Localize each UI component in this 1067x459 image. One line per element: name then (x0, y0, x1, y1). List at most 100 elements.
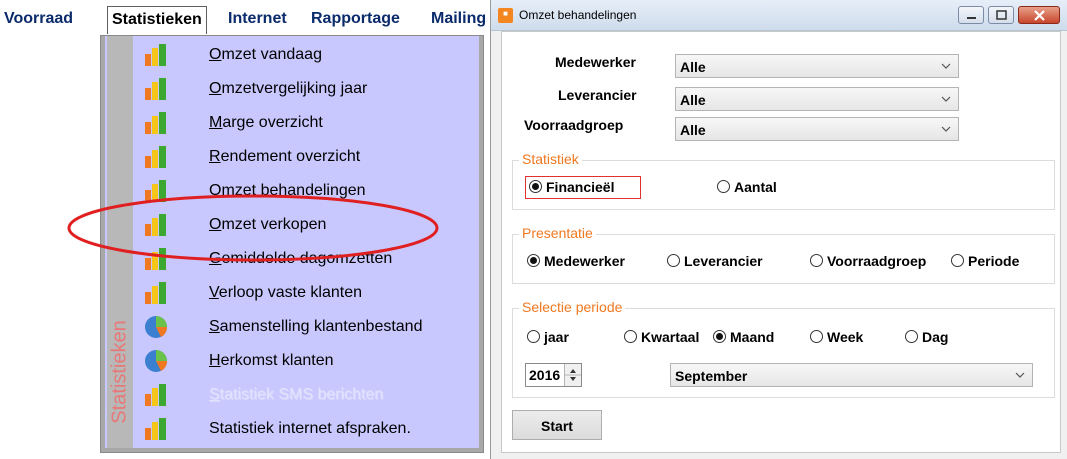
menu-item-label: Marge overzicht (209, 114, 323, 131)
menu-item-label: Rendement overzicht (209, 148, 361, 165)
menu-bar: Voorraad Statistieken Internet Rapportag… (0, 0, 489, 34)
radio-financieel-dot[interactable] (529, 180, 542, 193)
radio-aantal[interactable]: Aantal (717, 178, 797, 196)
radio-financieel-label: Financieël (546, 179, 615, 195)
radio-dag-dot[interactable] (905, 330, 918, 343)
statistieken-dropdown-menu: Statistieken Omzet vandaag Omzetvergelijk… (100, 35, 484, 453)
leverancier-value: Alle (680, 92, 706, 108)
radio-week[interactable]: Week (810, 328, 880, 346)
radio-maand[interactable]: Maand (713, 328, 783, 346)
menu-item-gemiddelde-dagomzetten[interactable]: Gemiddelde dagomzetten (105, 242, 479, 276)
radio-voorraadgroep-label: Voorraadgroep (827, 253, 927, 269)
menu-item-label: Omzet vandaag (209, 46, 322, 63)
radio-dag[interactable]: Dag (905, 328, 965, 346)
menu-item-statistiek-sms-berichten: Statistiek SMS berichten (105, 378, 479, 412)
radio-kwartaal[interactable]: Kwartaal (624, 328, 714, 346)
radio-leverancier-label: Leverancier (684, 253, 763, 269)
chevron-down-icon (941, 126, 951, 132)
month-select[interactable]: September (670, 363, 1033, 387)
month-value: September (675, 368, 748, 384)
bar-chart-icon (145, 248, 166, 270)
menu-internet[interactable]: Internet (228, 10, 287, 28)
menu-item-omzetvergelijking-jaar[interactable]: Omzetvergelijking jaar (105, 72, 479, 106)
medewerker-select[interactable]: Alle (675, 54, 959, 78)
radio-kwartaal-dot[interactable] (624, 330, 637, 343)
radio-medewerker-label: Medewerker (544, 253, 625, 269)
bar-chart-icon (145, 282, 166, 304)
radio-kwartaal-label: Kwartaal (641, 329, 700, 345)
menu-item-herkomst-klanten[interactable]: Herkomst klanten (105, 344, 479, 378)
bar-chart-icon (145, 112, 166, 134)
minimize-button[interactable] (958, 6, 984, 24)
radio-medewerker[interactable]: Medewerker (527, 252, 637, 270)
radio-jaar[interactable]: jaar (527, 328, 587, 346)
year-spin-buttons[interactable] (564, 364, 581, 386)
menu-item-label: Statistiek SMS berichten (209, 386, 384, 403)
radio-jaar-label: jaar (544, 329, 569, 345)
presentatie-group-title: Presentatie (519, 225, 596, 241)
radio-aantal-dot[interactable] (717, 180, 730, 193)
start-button-label: Start (541, 418, 573, 434)
radio-leverancier[interactable]: Leverancier (667, 252, 777, 270)
menu-item-verloop-vaste-klanten[interactable]: Verloop vaste klanten (105, 276, 479, 310)
leverancier-label: Leverancier (558, 87, 637, 103)
selectie-periode-group-title: Selectie periode (519, 299, 626, 315)
bar-chart-icon (145, 78, 166, 100)
close-icon (1034, 10, 1045, 21)
menu-mailing[interactable]: Mailing (431, 10, 486, 28)
radio-voorraadgroep[interactable]: Voorraadgroep (810, 252, 935, 270)
pie-chart-icon (145, 316, 168, 338)
radio-jaar-dot[interactable] (527, 330, 540, 343)
menu-item-label: Omzetvergelijking jaar (209, 80, 368, 97)
menu-item-samenstelling-klantenbestand[interactable]: Samenstelling klantenbestand (105, 310, 479, 344)
menu-item-label: Samenstelling klantenbestand (209, 318, 423, 335)
menu-rapportage[interactable]: Rapportage (311, 10, 400, 28)
radio-week-dot[interactable] (810, 330, 823, 343)
window-title: Omzet behandelingen (519, 8, 637, 22)
menu-item-rendement-overzicht[interactable]: Rendement overzicht (105, 140, 479, 174)
menu-item-label: Verloop vaste klanten (209, 284, 362, 301)
minimize-icon (967, 17, 976, 19)
radio-periode[interactable]: Periode (951, 252, 1041, 270)
presentatie-group: Presentatie Medewerker Leverancier Voorr… (512, 225, 1055, 284)
selectie-periode-group: Selectie periode jaar Kwartaal Maand Wee… (512, 299, 1055, 398)
radio-week-label: Week (827, 329, 864, 345)
menu-voorraad[interactable]: Voorraad (4, 10, 73, 28)
menu-item-omzet-behandelingen[interactable]: Omzet behandelingen (105, 174, 479, 208)
medewerker-label: Medewerker (555, 54, 636, 70)
bar-chart-icon (145, 146, 166, 168)
voorraadgroep-select[interactable]: Alle (675, 117, 959, 141)
radio-medewerker-dot[interactable] (527, 254, 540, 267)
chevron-down-icon (941, 96, 951, 102)
leverancier-select[interactable]: Alle (675, 87, 959, 111)
voorraadgroep-label: Voorraadgroep (524, 117, 624, 133)
start-button[interactable]: Start (512, 410, 602, 440)
app-icon: ■ (498, 8, 513, 23)
menu-item-statistiek-internet-afspraken[interactable]: Statistiek internet afspraken. (105, 412, 479, 446)
menu-item-marge-overzicht[interactable]: Marge overzicht (105, 106, 479, 140)
radio-periode-dot[interactable] (951, 254, 964, 267)
year-spinner[interactable]: 2016 (525, 363, 582, 387)
radio-leverancier-dot[interactable] (667, 254, 680, 267)
bar-chart-icon (145, 418, 166, 440)
dialog-client-area: Medewerker Alle Leverancier Alle Voorraa… (501, 31, 1061, 453)
menu-statistieken[interactable]: Statistieken (107, 6, 207, 34)
pie-chart-icon (145, 350, 168, 372)
omzet-behandelingen-window: ■ Omzet behandelingen Medewerker Alle Le… (490, 0, 1067, 459)
menu-item-omzet-vandaag[interactable]: Omzet vandaag (105, 38, 479, 72)
radio-maand-dot[interactable] (713, 330, 726, 343)
radio-voorraadgroep-dot[interactable] (810, 254, 823, 267)
chevron-down-icon (941, 63, 951, 69)
spin-up-down-icon (565, 369, 581, 381)
menu-item-omzet-verkopen[interactable]: Omzet verkopen (105, 208, 479, 242)
radio-financieel[interactable]: Financieël (529, 178, 629, 196)
close-button[interactable] (1018, 6, 1060, 24)
statistiek-group: Statistiek Financieël Aantal (512, 151, 1055, 210)
statistiek-group-title: Statistiek (519, 151, 582, 167)
radio-aantal-label: Aantal (734, 179, 777, 195)
maximize-button[interactable] (988, 6, 1014, 24)
bar-chart-icon (145, 180, 166, 202)
title-bar[interactable]: ■ Omzet behandelingen (491, 0, 1067, 31)
menu-item-label: Statistiek internet afspraken. (209, 420, 411, 437)
voorraadgroep-value: Alle (680, 122, 706, 138)
